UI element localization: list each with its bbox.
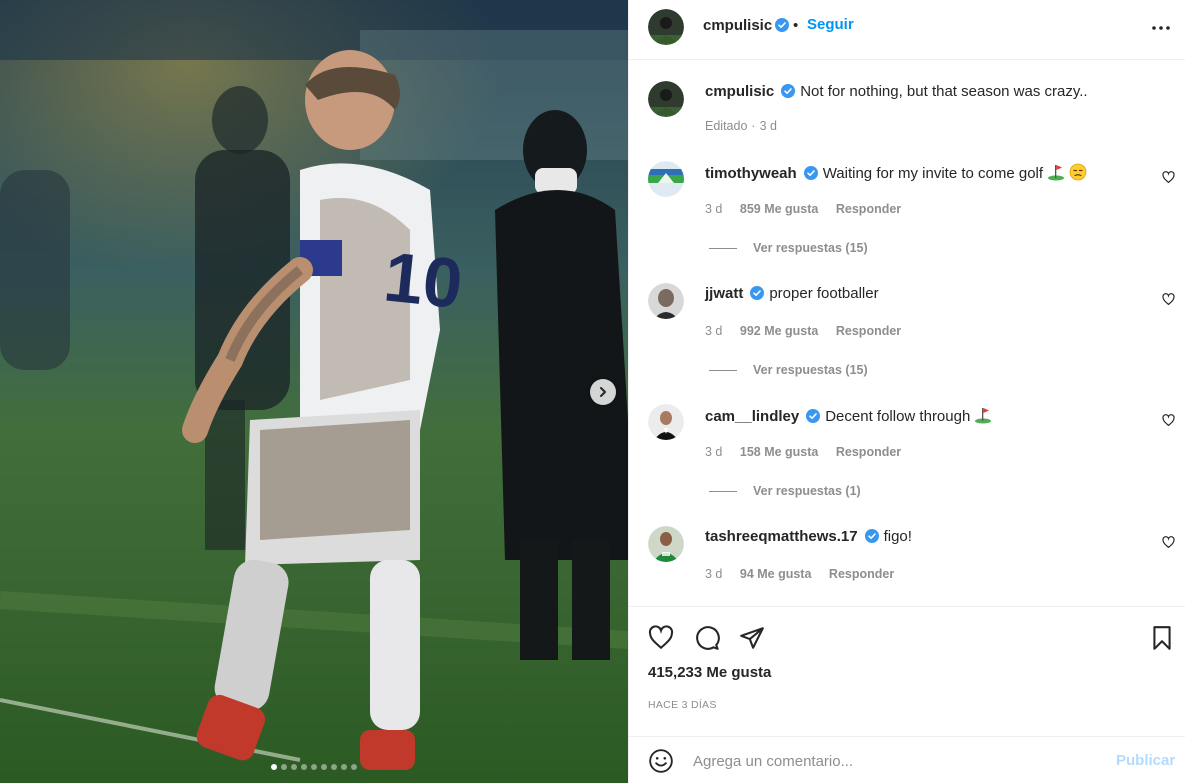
post-header: cmpulisic • Seguir [629, 0, 1185, 60]
carousel-next-button[interactable] [590, 379, 616, 405]
bookmark-icon[interactable] [1149, 625, 1175, 651]
replies-line [709, 490, 737, 492]
comment-meta: 3 d 992 Me gusta Responder [705, 324, 915, 338]
comment-reply-button[interactable]: Responder [836, 324, 901, 338]
comment-text-row: cam__lindley Decent follow through [705, 406, 992, 426]
carousel-dot [311, 764, 317, 770]
comment-reply-button[interactable]: Responder [836, 445, 901, 459]
caption-time[interactable]: 3 d [760, 119, 777, 133]
verified-badge-icon [781, 84, 796, 98]
comment-likes[interactable]: 158 Me gusta [740, 445, 819, 459]
post-photo[interactable]: 10 [0, 0, 628, 783]
follow-button[interactable]: Seguir [807, 16, 854, 33]
comment-avatar[interactable] [648, 283, 684, 319]
heart-icon[interactable] [1162, 414, 1175, 427]
heart-icon[interactable] [1162, 171, 1175, 184]
golf-flag-emoji [1048, 165, 1065, 181]
carousel-dot [341, 764, 347, 770]
caption-meta: Editado · 3 d [705, 119, 791, 133]
view-replies-button[interactable]: Ver respuestas (15) [709, 241, 868, 255]
comment-composer: Publicar [629, 736, 1185, 783]
comment-time[interactable]: 3 d [705, 324, 722, 338]
comment-icon[interactable] [694, 625, 720, 651]
comment-username[interactable]: tashreeqmatthews.17 [705, 528, 858, 545]
carousel-dot [351, 764, 357, 770]
view-replies-button[interactable]: Ver respuestas (15) [709, 363, 868, 377]
comment-reply-button[interactable]: Responder [829, 567, 894, 581]
carousel-dots [0, 764, 628, 770]
comment-username[interactable]: cam__lindley [705, 408, 799, 425]
carousel-dot [291, 764, 297, 770]
header-separator: • [793, 17, 799, 34]
comment-likes[interactable]: 992 Me gusta [740, 324, 819, 338]
carousel-dot [281, 764, 287, 770]
verified-badge-icon [803, 166, 818, 180]
comment-username[interactable]: timothyweah [705, 165, 797, 182]
comment-username[interactable]: jjwatt [705, 285, 743, 302]
post-date[interactable]: HACE 3 DÍAS [648, 699, 717, 711]
comment-time[interactable]: 3 d [705, 567, 722, 581]
comment-text-row: timothyweah Waiting for my invite to come… [705, 163, 1087, 183]
chevron-right-icon [600, 387, 606, 397]
verified-badge-icon [864, 529, 879, 543]
author-username[interactable]: cmpulisic [703, 17, 790, 34]
caption-avatar[interactable] [648, 81, 684, 117]
photo-scene: 10 [0, 0, 628, 783]
comment-meta: 3 d 94 Me gusta Responder [705, 567, 908, 581]
verified-badge-icon [750, 286, 765, 300]
comment-avatar[interactable] [648, 404, 684, 440]
view-replies-label[interactable]: Ver respuestas (1) [753, 484, 861, 498]
comment-text: figo! [883, 528, 912, 545]
comments-list[interactable]: cmpulisic Not for nothing, but that seaso… [629, 61, 1185, 606]
comment-meta: 3 d 158 Me gusta Responder [705, 445, 915, 459]
comment-time[interactable]: 3 d [705, 445, 722, 459]
author-username-text[interactable]: cmpulisic [703, 17, 772, 34]
caption-meta-sep: · [751, 119, 756, 133]
comment-likes[interactable]: 94 Me gusta [740, 567, 812, 581]
comment-reply-button[interactable]: Responder [836, 202, 901, 216]
comment-likes[interactable]: 859 Me gusta [740, 202, 819, 216]
comment-avatar[interactable] [648, 526, 684, 562]
carousel-dot [271, 764, 277, 770]
comment-text: Decent follow through [825, 408, 971, 425]
verified-badge-icon [806, 409, 821, 423]
view-replies-label[interactable]: Ver respuestas (15) [753, 241, 868, 255]
emoji-icon[interactable] [648, 748, 674, 774]
share-icon[interactable] [739, 625, 765, 651]
caption-text: Not for nothing, but that season was cra… [800, 83, 1088, 100]
post-details-panel: cmpulisic • Seguir cmpulisic Not for noth… [628, 0, 1185, 783]
comment-text-row: tashreeqmatthews.17 figo! [705, 528, 912, 546]
caption-edited: Editado [705, 119, 748, 133]
comment-text: Waiting for my invite to come golf [822, 165, 1044, 182]
view-replies-label[interactable]: Ver respuestas (15) [753, 363, 868, 377]
verified-badge-icon [775, 18, 790, 32]
comment-avatar[interactable] [648, 161, 684, 197]
author-avatar[interactable] [648, 9, 684, 45]
carousel-dot [331, 764, 337, 770]
replies-line [709, 247, 737, 249]
heart-icon[interactable] [1162, 293, 1175, 306]
carousel-dot [321, 764, 327, 770]
heart-icon[interactable] [648, 625, 674, 651]
comment-text: proper footballer [769, 285, 879, 302]
replies-line [709, 369, 737, 371]
caption-text-row: cmpulisic Not for nothing, but that seaso… [705, 83, 1088, 101]
comment-time[interactable]: 3 d [705, 202, 722, 216]
caption-username[interactable]: cmpulisic [705, 83, 774, 100]
golf-flag-emoji [975, 408, 992, 424]
heart-icon[interactable] [1162, 536, 1175, 549]
svg-text:10: 10 [380, 237, 466, 323]
comment-text-row: jjwatt proper footballer [705, 285, 879, 303]
comment-meta: 3 d 859 Me gusta Responder [705, 202, 915, 216]
publish-button[interactable]: Publicar [1116, 752, 1175, 769]
view-replies-button[interactable]: Ver respuestas (1) [709, 484, 861, 498]
carousel-dot [301, 764, 307, 770]
comment-input[interactable] [693, 749, 1093, 773]
more-options-icon[interactable] [1149, 16, 1173, 40]
post-likes-count[interactable]: 415,233 Me gusta [648, 664, 771, 681]
unamused-emoji [1069, 163, 1087, 181]
